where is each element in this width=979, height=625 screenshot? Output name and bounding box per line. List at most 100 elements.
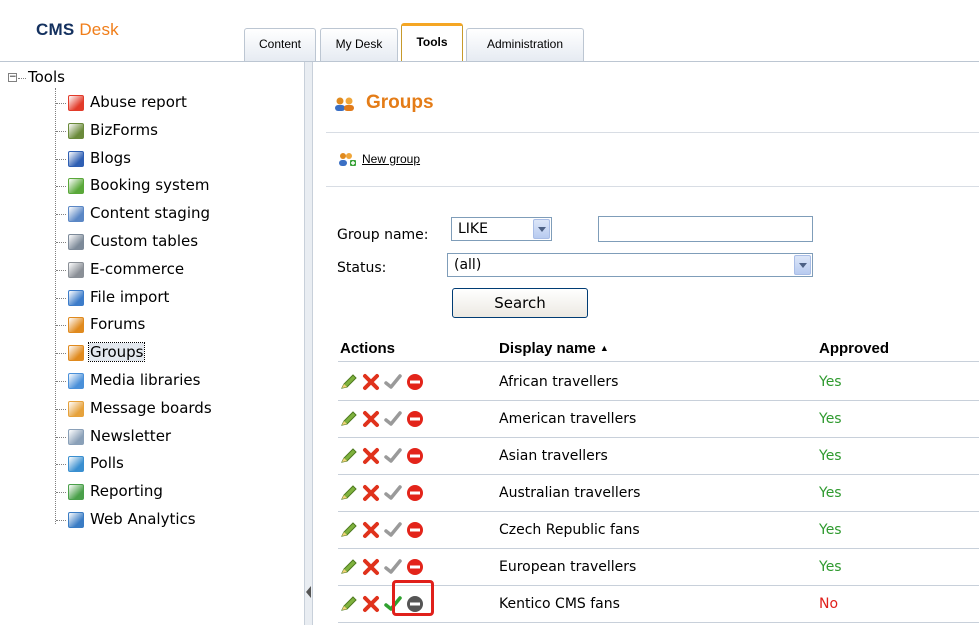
search-button[interactable]: Search xyxy=(452,288,588,318)
approve-icon[interactable] xyxy=(384,558,402,576)
approved-column-header[interactable]: Approved xyxy=(819,340,889,357)
approved-status: Yes xyxy=(819,448,842,464)
reject-icon[interactable] xyxy=(406,410,424,428)
tools-tree-panel xyxy=(0,62,305,625)
edit-icon[interactable] xyxy=(340,521,358,539)
row-actions xyxy=(340,410,460,430)
table-row: Kentico CMS fans No xyxy=(338,586,979,623)
status-value: (all) xyxy=(454,257,482,273)
group-display-name: Australian travellers xyxy=(499,485,641,501)
media-libraries-icon xyxy=(68,373,84,389)
groups-icon xyxy=(68,345,84,362)
edit-icon[interactable] xyxy=(340,595,358,613)
reject-icon[interactable] xyxy=(406,484,424,502)
chevron-down-icon[interactable] xyxy=(533,219,550,239)
group-display-name: African travellers xyxy=(499,374,619,390)
tree-item-label: Web Analytics xyxy=(90,510,196,528)
group-display-name: Czech Republic fans xyxy=(499,522,640,538)
sort-ascending-icon: ▲ xyxy=(599,343,609,353)
tree-item-label: Media libraries xyxy=(90,371,201,389)
app-logo: CMS Desk xyxy=(36,20,119,40)
approve-icon[interactable] xyxy=(384,521,402,539)
reporting-icon xyxy=(68,484,84,501)
delete-icon[interactable] xyxy=(362,373,380,391)
groups-pane: Groups New group Group name: LIKE Status… xyxy=(314,62,979,625)
edit-icon[interactable] xyxy=(340,410,358,428)
highlight-box xyxy=(392,580,434,616)
delete-icon[interactable] xyxy=(362,410,380,428)
group-display-name: American travellers xyxy=(499,411,637,427)
tree-item-label: Groups xyxy=(87,342,146,363)
group-display-name: European travellers xyxy=(499,559,637,575)
booking-system-icon xyxy=(68,178,84,195)
row-actions xyxy=(340,373,460,393)
reject-icon[interactable] xyxy=(406,447,424,465)
divider xyxy=(326,132,979,133)
delete-icon[interactable] xyxy=(362,447,380,465)
reject-icon[interactable] xyxy=(406,521,424,539)
table-row: African travellers Yes xyxy=(338,364,979,401)
approve-icon[interactable] xyxy=(384,410,402,428)
display-name-column-header[interactable]: Display name ▲ xyxy=(499,340,609,357)
chevron-down-icon[interactable] xyxy=(794,255,811,275)
new-group-label[interactable]: New group xyxy=(362,152,420,166)
actions-column-header: Actions xyxy=(340,340,396,357)
logo-bold: CMS xyxy=(36,20,75,39)
display-name-header-label: Display name xyxy=(499,340,596,357)
delete-icon[interactable] xyxy=(362,558,380,576)
header: CMS Desk Content My Desk Tools Administr… xyxy=(0,0,979,62)
tab-tools[interactable]: Tools xyxy=(401,23,463,62)
approved-status: Yes xyxy=(819,559,842,575)
tab-administration[interactable]: Administration xyxy=(466,28,584,61)
groups-icon xyxy=(335,97,354,111)
blogs-icon xyxy=(68,150,84,167)
row-actions xyxy=(340,521,460,541)
ecommerce-icon xyxy=(68,261,84,278)
grid-header: Actions Display name ▲ Approved xyxy=(338,338,979,362)
tree-item-label: Content staging xyxy=(90,204,211,223)
approved-status: Yes xyxy=(819,374,842,390)
approve-icon[interactable] xyxy=(384,484,402,502)
reject-icon[interactable] xyxy=(406,373,424,391)
edit-icon[interactable] xyxy=(340,373,358,391)
approve-icon[interactable] xyxy=(384,447,402,465)
tree-item-label: Message boards xyxy=(90,398,212,417)
collapse-panel-icon[interactable] xyxy=(306,586,311,598)
group-name-input[interactable] xyxy=(598,216,813,242)
delete-icon[interactable] xyxy=(362,595,380,613)
group-display-name: Asian travellers xyxy=(499,448,608,464)
tab-my-desk[interactable]: My Desk xyxy=(320,28,398,61)
tree-item-label: Forums xyxy=(90,315,146,334)
tree-item-label: E-commerce xyxy=(90,259,185,278)
tree-item-label: Blogs xyxy=(90,148,131,167)
status-label: Status: xyxy=(337,260,387,276)
edit-icon[interactable] xyxy=(340,484,358,502)
tab-content[interactable]: Content xyxy=(244,28,316,61)
abuse-report-icon xyxy=(68,95,84,111)
polls-icon xyxy=(68,456,84,473)
tree-item-label: Custom tables xyxy=(90,232,199,250)
new-group-icon xyxy=(339,153,356,166)
group-name-operator-select[interactable]: LIKE xyxy=(451,217,552,241)
table-row: American travellers Yes xyxy=(338,401,979,438)
divider xyxy=(326,186,979,187)
approve-icon[interactable] xyxy=(384,373,402,391)
group-name-label: Group name: xyxy=(337,227,429,243)
edit-icon[interactable] xyxy=(340,447,358,465)
content-staging-icon xyxy=(68,206,84,223)
status-select[interactable]: (all) xyxy=(447,253,813,277)
delete-icon[interactable] xyxy=(362,484,380,502)
tree-item-label: BizForms xyxy=(90,120,158,139)
forums-icon xyxy=(68,317,84,334)
row-actions xyxy=(340,484,460,504)
tree-item-label: Reporting xyxy=(90,482,163,501)
tree-item-label: Abuse report xyxy=(90,93,187,111)
delete-icon[interactable] xyxy=(362,521,380,539)
file-import-icon xyxy=(68,289,84,306)
table-row: European travellers Yes xyxy=(338,549,979,586)
panel-splitter[interactable] xyxy=(305,62,313,625)
edit-icon[interactable] xyxy=(340,558,358,576)
reject-icon[interactable] xyxy=(406,558,424,576)
table-row: Australian travellers Yes xyxy=(338,475,979,512)
collapse-icon[interactable]: − xyxy=(8,73,17,82)
